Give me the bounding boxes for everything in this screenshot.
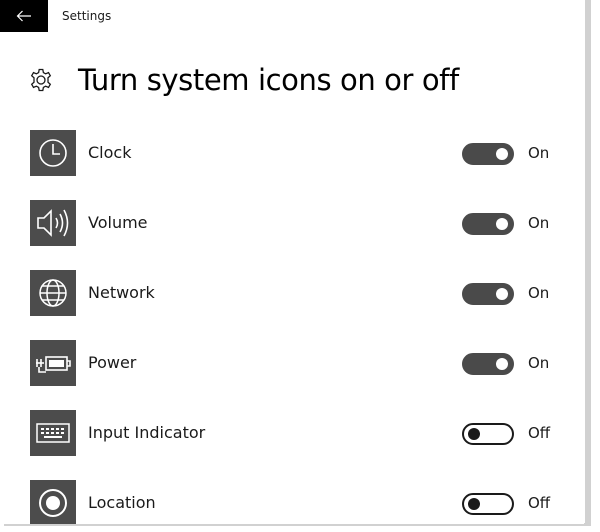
page-title: Turn system icons on or off [78, 63, 459, 97]
back-button[interactable] [0, 0, 48, 32]
toggle-state-text: On [528, 284, 550, 302]
input-indicator-tile [30, 410, 76, 456]
toggle-knob [468, 428, 480, 440]
volume-tile [30, 200, 76, 246]
toggle-knob [496, 218, 508, 230]
gear-icon [28, 67, 54, 93]
system-icons-list: Clock On Volume On Network On Power On I… [30, 130, 584, 524]
location-tile [30, 480, 76, 524]
input-indicator-toggle[interactable] [462, 423, 514, 445]
setting-row-input-indicator: Input Indicator Off [30, 410, 584, 480]
window-title: Settings [62, 9, 112, 23]
toggle-state-text: Off [528, 424, 551, 442]
setting-label: Network [88, 283, 155, 302]
toggle-state-text: On [528, 144, 550, 162]
network-icon [39, 279, 67, 307]
toggle-state-text: On [528, 214, 550, 232]
setting-label: Power [88, 353, 137, 372]
toggle-knob [496, 288, 508, 300]
location-icon [39, 489, 67, 517]
network-toggle[interactable] [462, 283, 514, 305]
location-toggle[interactable] [462, 493, 514, 515]
power-toggle[interactable] [462, 353, 514, 375]
power-icon [36, 356, 71, 373]
setting-row-power: Power On [30, 340, 584, 410]
title-bar: Settings [0, 0, 584, 32]
toggle-state-text: Off [528, 494, 551, 512]
volume-icon [37, 209, 69, 237]
settings-window: Settings Turn system icons on or off Clo… [0, 0, 584, 524]
power-tile [30, 340, 76, 386]
clock-toggle[interactable] [462, 143, 514, 165]
back-arrow-icon [16, 10, 31, 22]
setting-row-location: Location Off [30, 480, 584, 524]
toggle-knob [496, 358, 508, 370]
toggle-knob [496, 148, 508, 160]
setting-label: Input Indicator [88, 423, 206, 442]
setting-label: Location [88, 493, 156, 512]
keyboard-icon [36, 423, 70, 443]
page-header: Turn system icons on or off [28, 60, 459, 100]
toggle-state-text: On [528, 354, 550, 372]
setting-row-network: Network On [30, 270, 584, 340]
clock-tile [30, 130, 76, 176]
network-tile [30, 270, 76, 316]
setting-label: Clock [88, 143, 132, 162]
volume-toggle[interactable] [462, 213, 514, 235]
toggle-knob [468, 498, 480, 510]
setting-row-volume: Volume On [30, 200, 584, 270]
clock-icon [39, 139, 67, 167]
setting-row-clock: Clock On [30, 130, 584, 200]
setting-label: Volume [88, 213, 148, 232]
